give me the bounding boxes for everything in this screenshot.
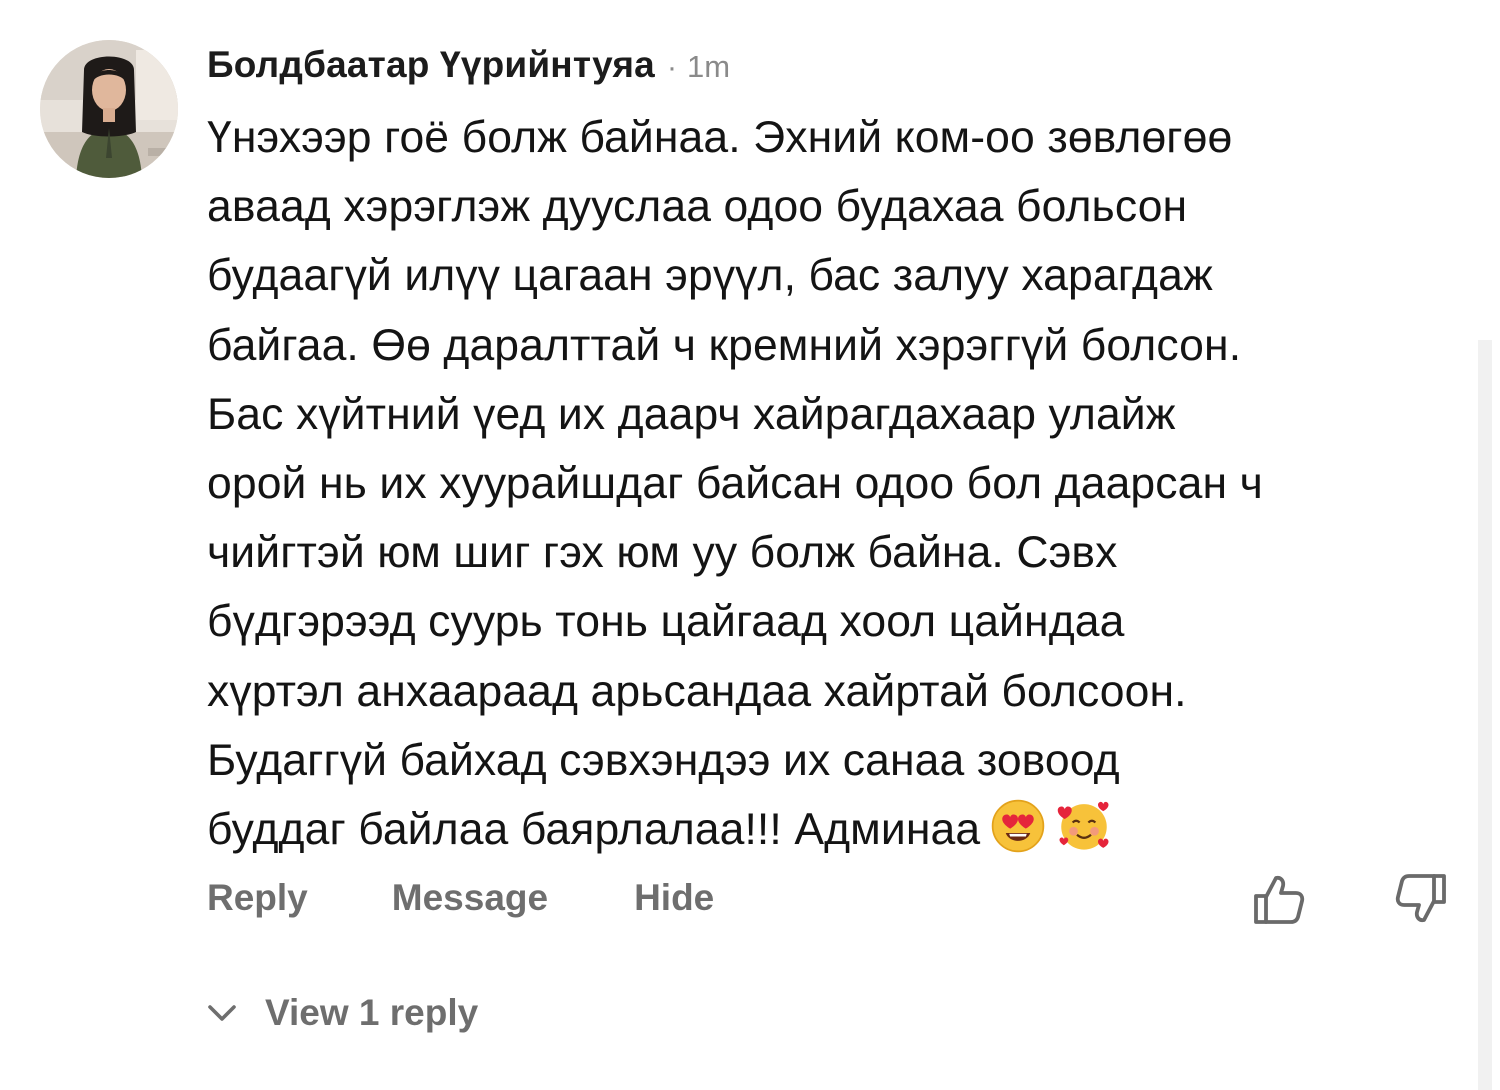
meta-separator: · <box>666 51 677 84</box>
downvote-button[interactable] <box>1392 870 1450 928</box>
scrollbar[interactable] <box>1478 340 1492 1090</box>
timestamp: 1m <box>686 49 731 84</box>
comment-actions: Reply Message Hide <box>207 872 714 924</box>
comment-header: Болдбаатар Үүрийнтуяа · 1m <box>207 44 730 92</box>
comment-text: Үнэхээр гоё болж байнаа. Эхний ком-оо зө… <box>207 113 1263 855</box>
heart-eyes-emoji <box>991 799 1045 853</box>
view-replies-button[interactable]: View 1 reply <box>205 988 478 1038</box>
hide-button[interactable]: Hide <box>634 877 714 919</box>
comment-card: Болдбаатар Үүрийнтуяа · 1m Үнэхээр гоё б… <box>0 0 1500 1090</box>
avatar[interactable] <box>40 40 178 178</box>
thumbs-up-icon <box>1254 875 1305 924</box>
upvote-button[interactable] <box>1250 870 1308 928</box>
avatar-image <box>40 40 178 178</box>
author-name[interactable]: Болдбаатар Үүрийнтуяа <box>207 44 655 86</box>
message-button[interactable]: Message <box>392 877 548 919</box>
reply-button[interactable]: Reply <box>207 877 308 919</box>
comment-body: Үнэхээр гоё болж байнаа. Эхний ком-оо зө… <box>207 103 1467 864</box>
thumbs-down-icon <box>1395 874 1446 923</box>
chevron-down-icon <box>208 1005 236 1021</box>
view-replies-label: View 1 reply <box>265 992 479 1033</box>
smiling-face-with-hearts-emoji <box>1057 801 1109 850</box>
